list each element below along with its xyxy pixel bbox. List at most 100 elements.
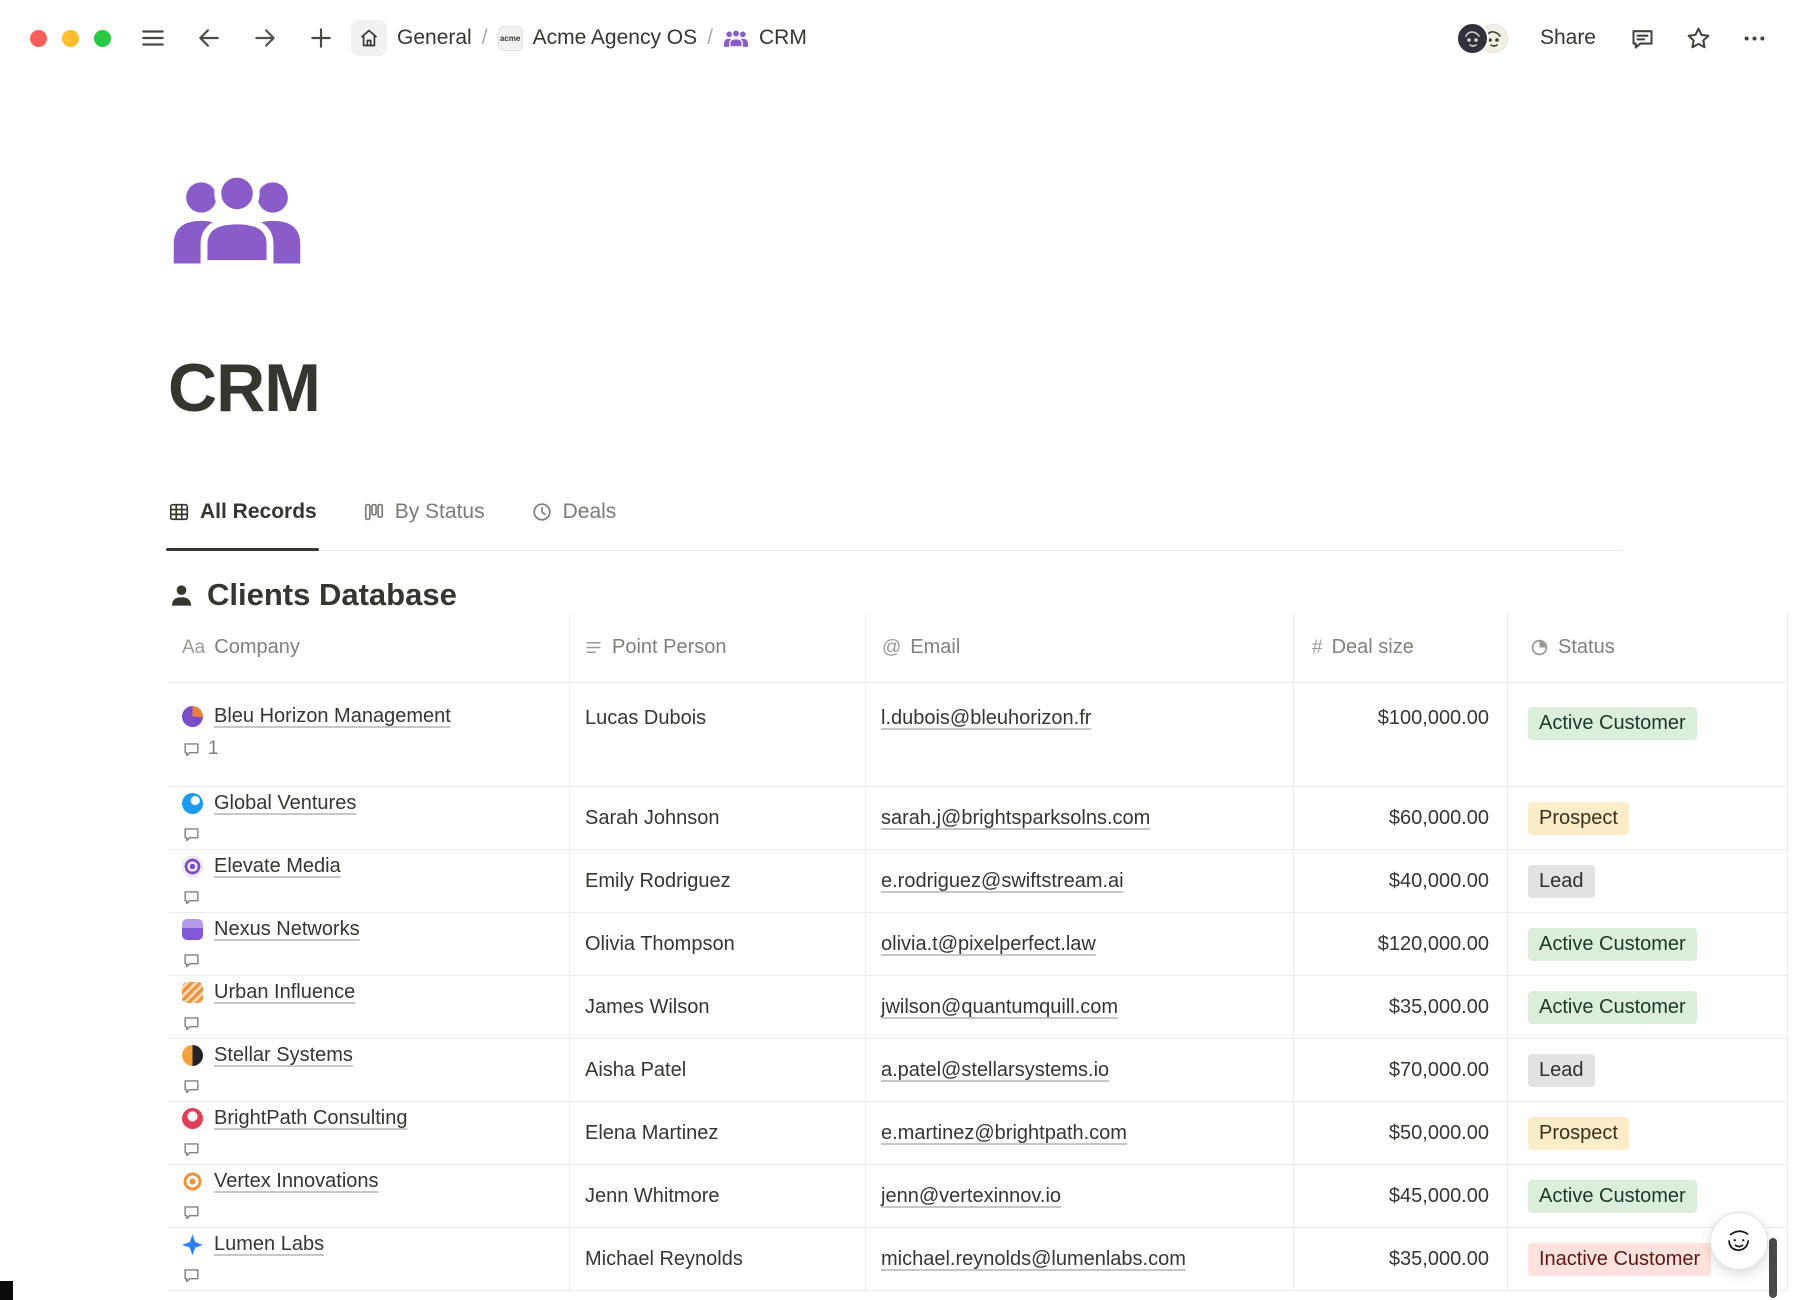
comment-indicator[interactable] xyxy=(182,1203,208,1222)
sidebar-menu-icon[interactable] xyxy=(137,22,169,54)
column-header-status[interactable]: Status xyxy=(1508,613,1788,682)
comments-icon[interactable] xyxy=(1626,22,1658,54)
point-person-cell[interactable]: Olivia Thompson xyxy=(570,913,866,975)
ai-assistant-button[interactable] xyxy=(1710,1212,1768,1270)
column-header-email[interactable]: @ Email xyxy=(866,613,1294,682)
status-cell[interactable]: Active Customer xyxy=(1508,913,1788,975)
deal-size-cell[interactable]: $35,000.00 xyxy=(1294,1228,1508,1290)
share-button[interactable]: Share xyxy=(1534,22,1602,54)
email-cell[interactable]: jenn@vertexinnov.io xyxy=(866,1165,1294,1227)
deal-size-cell[interactable]: $60,000.00 xyxy=(1294,787,1508,849)
status-cell[interactable]: Active Customer xyxy=(1508,976,1788,1038)
comment-indicator[interactable] xyxy=(182,825,208,844)
company-page-link[interactable]: BrightPath Consulting xyxy=(214,1107,407,1130)
comment-indicator[interactable] xyxy=(182,1077,208,1096)
breadcrumb-item-workspace[interactable]: Acme Agency OS xyxy=(533,26,698,50)
deal-size-cell[interactable]: $40,000.00 xyxy=(1294,850,1508,912)
page-icon-people-group[interactable] xyxy=(168,170,306,269)
column-header-company[interactable]: Aa Company xyxy=(168,613,570,682)
company-page-link[interactable]: Vertex Innovations xyxy=(214,1170,379,1193)
avatar[interactable] xyxy=(1456,22,1489,55)
home-icon[interactable] xyxy=(351,20,387,56)
tab-deals[interactable]: Deals xyxy=(531,500,617,550)
table-row[interactable]: Elevate Media Emily Rodriguez e.rodrigue… xyxy=(168,850,1788,913)
point-person-cell[interactable]: Lucas Dubois xyxy=(570,683,866,786)
company-page-link[interactable]: Nexus Networks xyxy=(214,918,360,941)
column-header-point-person[interactable]: Point Person xyxy=(570,613,866,682)
email-cell[interactable]: sarah.j@brightsparksolns.com xyxy=(866,787,1294,849)
back-arrow-icon[interactable] xyxy=(193,22,225,54)
email-cell[interactable]: a.patel@stellarsystems.io xyxy=(866,1039,1294,1101)
point-person-cell[interactable]: Jenn Whitmore xyxy=(570,1165,866,1227)
comment-indicator[interactable]: 1 xyxy=(182,738,219,760)
table-row[interactable]: Urban Influence James Wilson jwilson@qua… xyxy=(168,976,1788,1039)
email-link[interactable]: olivia.t@pixelperfect.law xyxy=(881,933,1096,956)
table-row[interactable]: Nexus Networks Olivia Thompson olivia.t@… xyxy=(168,913,1788,976)
email-cell[interactable]: michael.reynolds@lumenlabs.com xyxy=(866,1228,1294,1290)
deal-size-cell[interactable]: $100,000.00 xyxy=(1294,683,1508,786)
maximize-window-button[interactable] xyxy=(94,30,111,47)
table-row[interactable]: Stellar Systems Aisha Patel a.patel@stel… xyxy=(168,1039,1788,1102)
email-link[interactable]: jenn@vertexinnov.io xyxy=(881,1185,1061,1208)
company-page-link[interactable]: Lumen Labs xyxy=(214,1233,324,1256)
scrollbar-thumb[interactable] xyxy=(1769,1238,1777,1298)
status-cell[interactable]: Lead xyxy=(1508,850,1788,912)
company-page-link[interactable]: Global Ventures xyxy=(214,792,356,815)
favorite-star-icon[interactable] xyxy=(1682,22,1714,54)
point-person-cell[interactable]: Emily Rodriguez xyxy=(570,850,866,912)
deal-size-cell[interactable]: $70,000.00 xyxy=(1294,1039,1508,1101)
status-cell[interactable]: Active Customer xyxy=(1508,683,1788,786)
email-cell[interactable]: e.martinez@brightpath.com xyxy=(866,1102,1294,1164)
table-row[interactable]: BrightPath Consulting Elena Martinez e.m… xyxy=(168,1102,1788,1165)
tab-all-records[interactable]: All Records xyxy=(168,500,317,550)
email-cell[interactable]: l.dubois@bleuhorizon.fr xyxy=(866,683,1294,786)
point-person-cell[interactable]: Aisha Patel xyxy=(570,1039,866,1101)
email-cell[interactable]: e.rodriguez@swiftstream.ai xyxy=(866,850,1294,912)
status-cell[interactable]: Prospect xyxy=(1508,1102,1788,1164)
table-row[interactable]: Vertex Innovations Jenn Whitmore jenn@ve… xyxy=(168,1165,1788,1228)
company-page-link[interactable]: Elevate Media xyxy=(214,855,341,878)
deal-size-cell[interactable]: $45,000.00 xyxy=(1294,1165,1508,1227)
table-row[interactable]: Bleu Horizon Management 1 Lucas Dubois l… xyxy=(168,683,1788,787)
comment-indicator[interactable] xyxy=(182,1266,208,1285)
email-link[interactable]: michael.reynolds@lumenlabs.com xyxy=(881,1248,1186,1271)
deal-size-cell[interactable]: $120,000.00 xyxy=(1294,913,1508,975)
breadcrumb-item-general[interactable]: General xyxy=(397,26,472,50)
deal-size-cell[interactable]: $35,000.00 xyxy=(1294,976,1508,1038)
status-cell[interactable]: Prospect xyxy=(1508,787,1788,849)
status-badge: Active Customer xyxy=(1528,707,1697,740)
email-cell[interactable]: jwilson@quantumquill.com xyxy=(866,976,1294,1038)
forward-arrow-icon[interactable] xyxy=(249,22,281,54)
minimize-window-button[interactable] xyxy=(62,30,79,47)
comment-indicator[interactable] xyxy=(182,1140,208,1159)
tab-by-status[interactable]: By Status xyxy=(363,500,485,550)
email-link[interactable]: e.rodriguez@swiftstream.ai xyxy=(881,870,1124,893)
email-link[interactable]: a.patel@stellarsystems.io xyxy=(881,1059,1109,1082)
comment-indicator[interactable] xyxy=(182,951,208,970)
more-options-icon[interactable] xyxy=(1738,22,1770,54)
email-link[interactable]: sarah.j@brightsparksolns.com xyxy=(881,807,1150,830)
new-page-icon[interactable] xyxy=(305,22,337,54)
email-link[interactable]: l.dubois@bleuhorizon.fr xyxy=(881,707,1091,730)
email-cell[interactable]: olivia.t@pixelperfect.law xyxy=(866,913,1294,975)
comment-indicator[interactable] xyxy=(182,1014,208,1033)
point-person-cell[interactable]: Michael Reynolds xyxy=(570,1228,866,1290)
close-window-button[interactable] xyxy=(30,30,47,47)
point-person-cell[interactable]: Sarah Johnson xyxy=(570,787,866,849)
comment-indicator[interactable] xyxy=(182,888,208,907)
point-person-cell[interactable]: Elena Martinez xyxy=(570,1102,866,1164)
breadcrumb-item-crm[interactable]: CRM xyxy=(759,26,807,50)
company-page-link[interactable]: Stellar Systems xyxy=(214,1044,353,1067)
page-content: CRM All Records By Status Deals Clients … xyxy=(0,170,1800,1291)
table-row[interactable]: Global Ventures Sarah Johnson sarah.j@br… xyxy=(168,787,1788,850)
point-person-cell[interactable]: James Wilson xyxy=(570,976,866,1038)
collaborator-avatars[interactable] xyxy=(1456,22,1510,55)
deal-size-cell[interactable]: $50,000.00 xyxy=(1294,1102,1508,1164)
email-link[interactable]: jwilson@quantumquill.com xyxy=(881,996,1118,1019)
table-row[interactable]: Lumen Labs Michael Reynolds michael.reyn… xyxy=(168,1228,1788,1291)
email-link[interactable]: e.martinez@brightpath.com xyxy=(881,1122,1127,1145)
company-page-link[interactable]: Bleu Horizon Management xyxy=(214,705,451,728)
column-header-deal-size[interactable]: # Deal size xyxy=(1294,613,1508,682)
company-page-link[interactable]: Urban Influence xyxy=(214,981,355,1004)
status-cell[interactable]: Lead xyxy=(1508,1039,1788,1101)
